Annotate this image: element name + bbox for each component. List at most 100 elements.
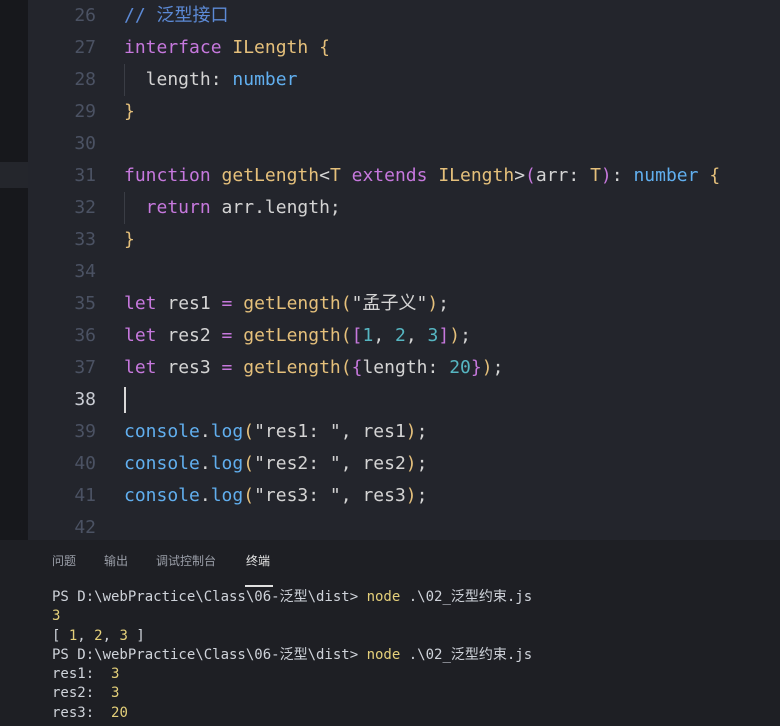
- code-token: (: [525, 165, 536, 186]
- tab-problems[interactable]: 问题: [52, 552, 76, 569]
- code-token: "res2: ": [254, 453, 341, 474]
- code-token: :: [210, 69, 233, 90]
- terminal-token: 3: [52, 608, 61, 625]
- code-token: ILength: [232, 37, 320, 58]
- code-line[interactable]: 38: [28, 384, 780, 416]
- code-token: .: [199, 485, 211, 506]
- terminal-line: res2: 3: [52, 684, 772, 703]
- line-number: 28: [74, 69, 96, 90]
- code-token: {: [319, 37, 330, 58]
- code-line[interactable]: 29}: [28, 96, 780, 128]
- code-token: "res3: ": [254, 485, 341, 506]
- terminal-token: [: [52, 627, 69, 644]
- code-token: ): [600, 165, 612, 186]
- code-token: 20: [449, 357, 471, 378]
- code-line[interactable]: 34: [28, 256, 780, 288]
- line-number: 27: [74, 37, 96, 58]
- terminal-token: res1:: [52, 666, 112, 683]
- terminal-token: res2:: [52, 685, 112, 702]
- code-line[interactable]: 33}: [28, 224, 780, 256]
- code-token: :: [568, 165, 591, 186]
- terminal-token: .\02_泛型约束.js: [400, 589, 533, 605]
- code-token: number: [633, 165, 710, 186]
- line-number: 32: [74, 197, 96, 218]
- code-token: T: [590, 165, 601, 186]
- line-number: 35: [74, 293, 96, 314]
- tab-terminal[interactable]: 终端: [246, 552, 270, 569]
- code-line[interactable]: 41 console.log("res3: ", res3);: [28, 480, 780, 512]
- code-line[interactable]: 40 console.log("res2: ", res2);: [28, 448, 780, 480]
- tab-debug-console[interactable]: 调试控制台: [156, 552, 216, 569]
- code-token: (: [340, 293, 352, 314]
- code-line[interactable]: 28 length: number: [28, 64, 780, 96]
- text-cursor: [124, 387, 126, 413]
- code-token: ;: [416, 453, 428, 474]
- terminal-token: node: [366, 646, 401, 663]
- code-line[interactable]: 32 return arr.length;: [28, 192, 780, 224]
- code-token: , res1: [340, 421, 406, 442]
- code-text: console.log("res3: ", res3);: [124, 480, 427, 512]
- code-token: ): [405, 421, 417, 442]
- code-editor[interactable]: 26// 泛型接口 27 interface ILength {28 length:…: [28, 0, 780, 540]
- code-line[interactable]: 36 let res2 = getLength([1, 2, 3]);: [28, 320, 780, 352]
- code-token: 3: [427, 325, 439, 346]
- code-token: length: [124, 69, 211, 90]
- code-token: getLength: [221, 165, 320, 186]
- line-number: 33: [74, 229, 96, 250]
- indent-guide: [124, 192, 125, 224]
- code-token: =: [221, 325, 244, 346]
- terminal-line: res1: 3: [52, 665, 772, 684]
- code-token: (: [243, 453, 255, 474]
- code-token: getLength: [243, 357, 341, 378]
- code-token: {: [351, 357, 363, 378]
- code-token: , res2: [340, 453, 406, 474]
- code-token: getLength: [243, 293, 341, 314]
- code-token: console: [124, 421, 200, 442]
- code-line[interactable]: 35 let res1 = getLength("孟子义");: [28, 288, 780, 320]
- code-token: ): [405, 485, 417, 506]
- code-token: , res3: [340, 485, 406, 506]
- code-token: arr: [535, 165, 569, 186]
- line-number: 38: [74, 389, 96, 410]
- line-number: 39: [74, 421, 96, 442]
- code-line[interactable]: 26 // 泛型接口: [28, 0, 780, 32]
- terminal-token: ,: [102, 627, 120, 644]
- terminal-token: node: [366, 589, 401, 605]
- terminal-token: 3: [111, 685, 120, 702]
- code-token: (: [340, 325, 352, 346]
- terminal-token: 2: [94, 627, 103, 644]
- code-token: (: [340, 357, 352, 378]
- line-number: 41: [74, 485, 96, 506]
- code-line[interactable]: 39 console.log("res1: ", res1);: [28, 416, 780, 448]
- code-line[interactable]: 37 let res3 = getLength({length: 20});: [28, 352, 780, 384]
- code-token: log: [210, 485, 244, 506]
- line-number: 29: [74, 101, 96, 122]
- code-token: console: [124, 485, 200, 506]
- code-token: T: [329, 165, 352, 186]
- code-text: return arr.length;: [124, 192, 341, 224]
- code-token: ILength: [438, 165, 515, 186]
- terminal-token: 3: [119, 627, 128, 644]
- activity-strip-highlight: [0, 162, 28, 188]
- code-token: ,: [405, 325, 428, 346]
- code-token: =: [221, 357, 244, 378]
- code-text: let res1 = getLength("孟子义");: [124, 288, 449, 320]
- code-text: let res2 = getLength([1, 2, 3]);: [124, 320, 471, 352]
- code-token: getLength: [243, 325, 341, 346]
- code-token: ;: [492, 357, 504, 378]
- code-token: :: [611, 165, 634, 186]
- active-tab-indicator: [245, 585, 273, 587]
- code-line[interactable]: 27 interface ILength {: [28, 32, 780, 64]
- code-token: ,: [373, 325, 395, 346]
- terminal-token: ,: [77, 627, 95, 644]
- code-token: "res1: ": [254, 421, 341, 442]
- tab-output[interactable]: 输出: [104, 552, 128, 569]
- code-line[interactable]: 30: [28, 128, 780, 160]
- terminal-line: 3: [52, 607, 772, 626]
- code-token: interface: [124, 37, 233, 58]
- code-token: }: [124, 101, 135, 122]
- code-token: log: [210, 453, 244, 474]
- code-text: function getLength<T extends ILength>(ar…: [124, 160, 720, 192]
- terminal-output[interactable]: PS D:\webPractice\Class\06-泛型\dist> node…: [52, 588, 772, 723]
- code-line[interactable]: 31 function getLength<T extends ILength>(…: [28, 160, 780, 192]
